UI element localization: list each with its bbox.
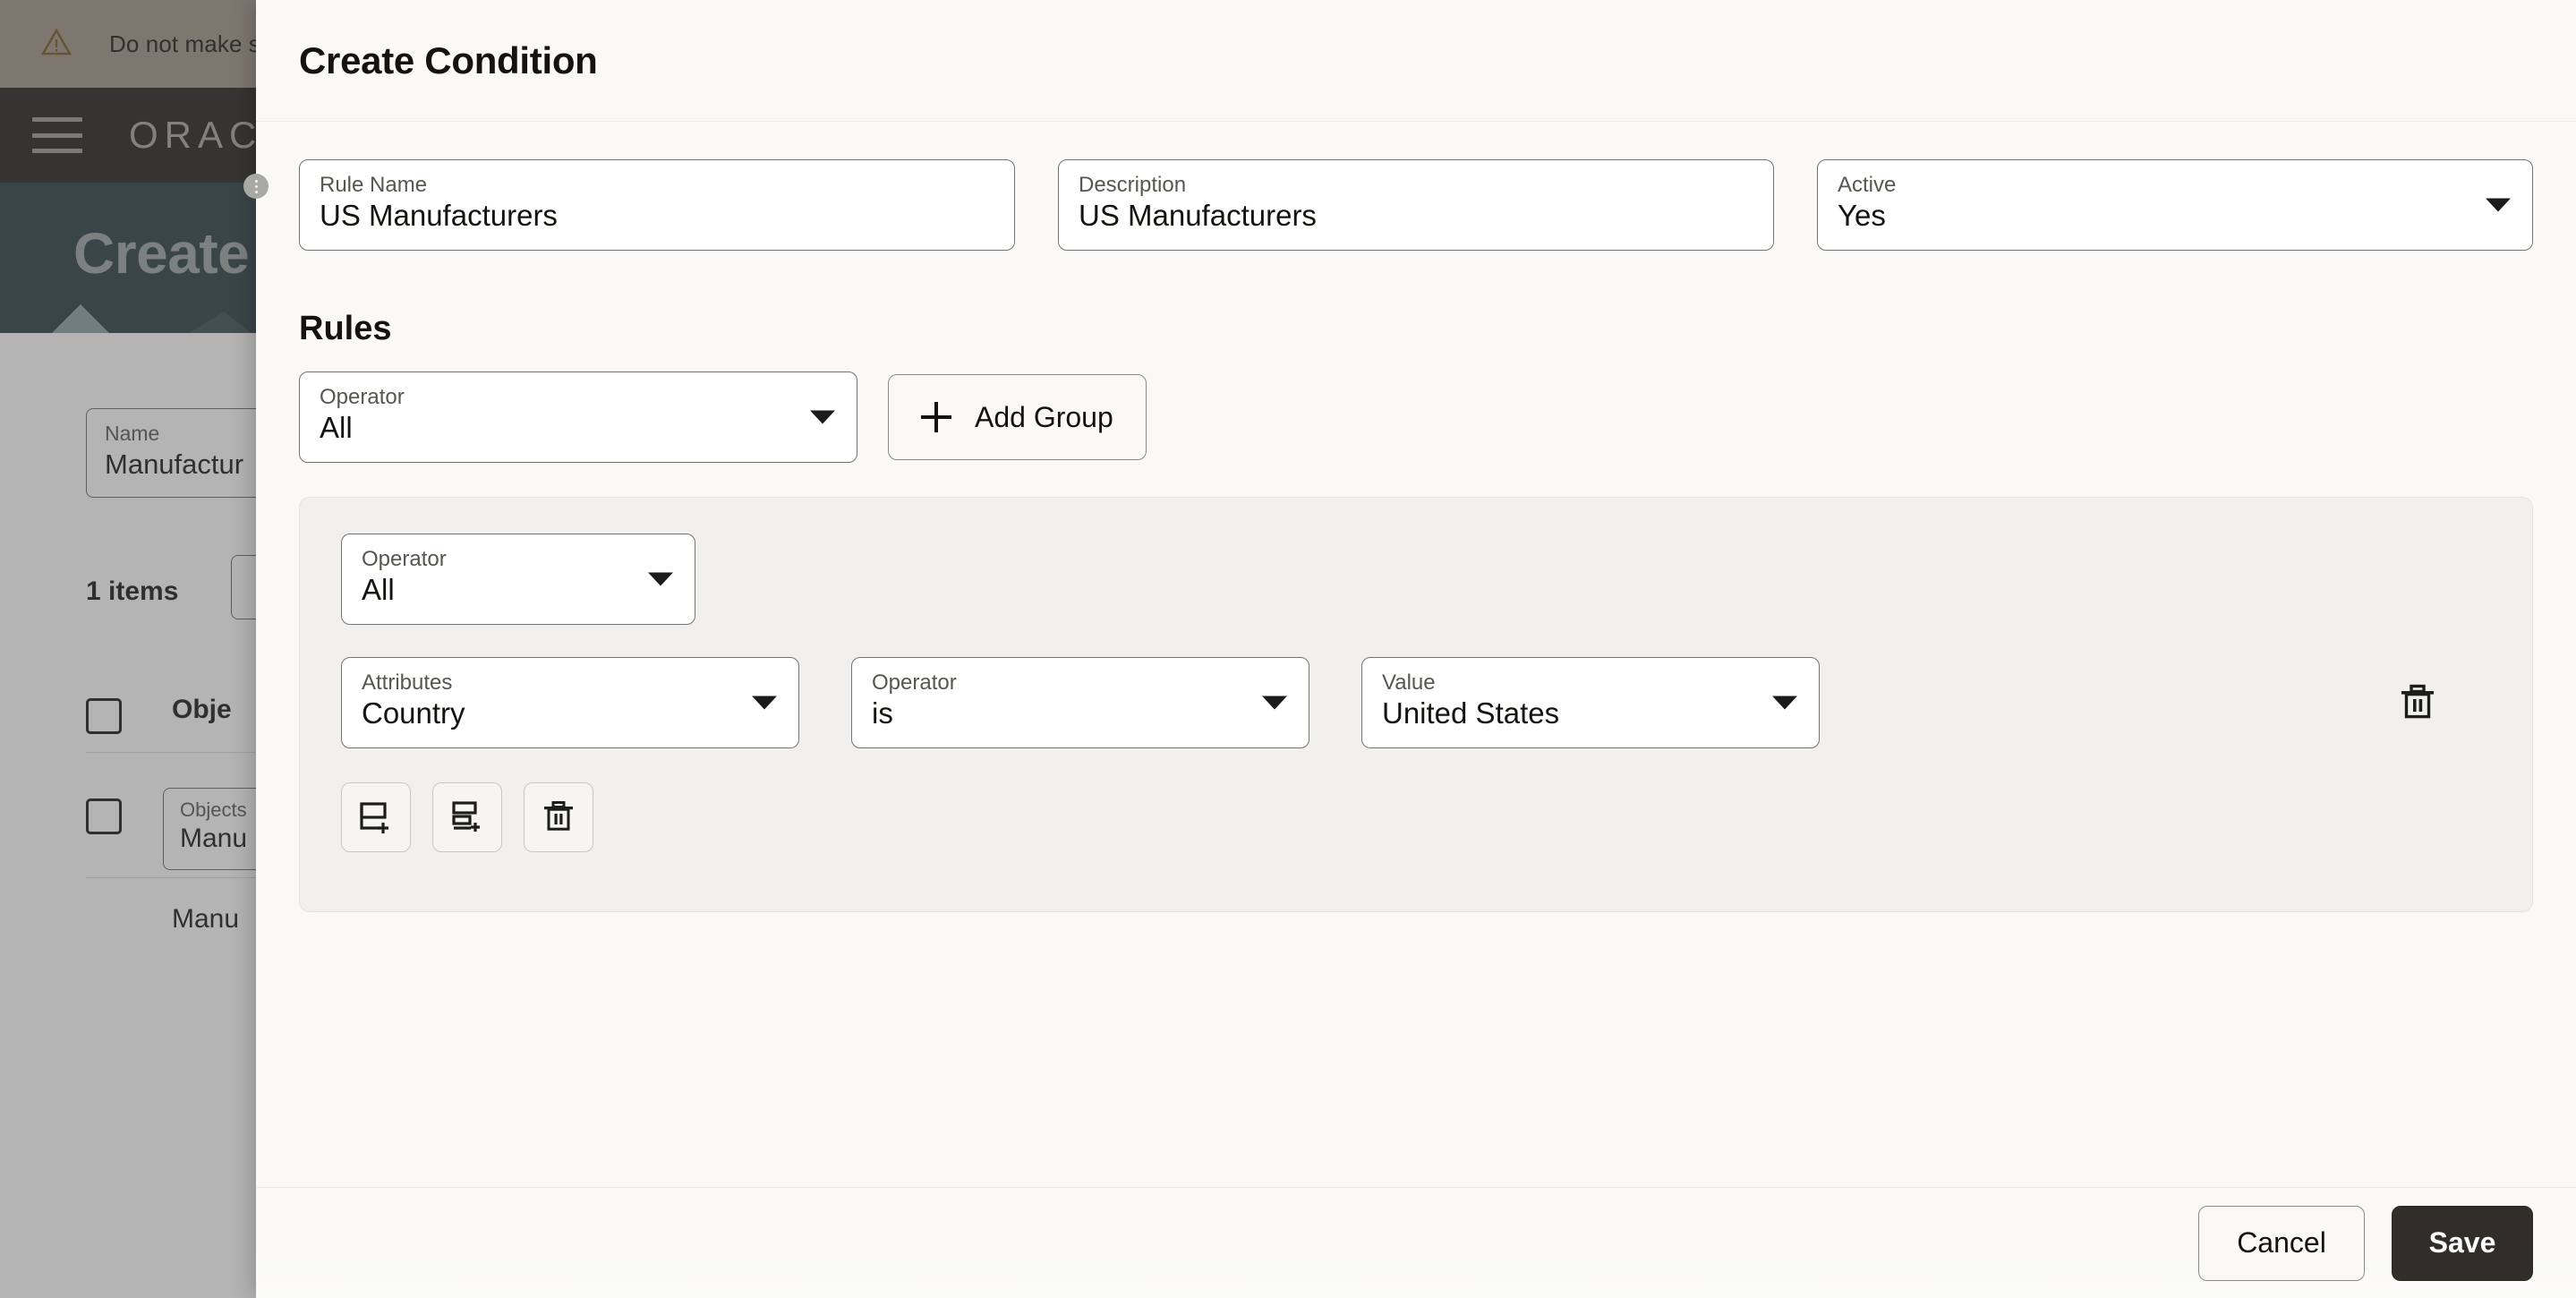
drawer-footer: Cancel Save xyxy=(256,1187,2576,1298)
condition-attribute-select[interactable]: Attributes Country xyxy=(341,657,799,748)
add-nested-group-button[interactable] xyxy=(432,782,502,852)
drawer-header: Create Condition xyxy=(256,0,2576,122)
rule-name-value: US Manufacturers xyxy=(320,199,558,233)
rules-toolbar: Operator All Add Group xyxy=(299,371,2533,463)
chevron-down-icon xyxy=(1262,696,1287,710)
description-value: US Manufacturers xyxy=(1079,199,1317,233)
drawer-title: Create Condition xyxy=(299,38,598,81)
group-operator-value: All xyxy=(362,573,395,607)
create-condition-drawer: Create Condition Rule Name US Manufactur… xyxy=(243,0,2576,1298)
rules-operator-value: All xyxy=(320,411,353,445)
condition-value-value: United States xyxy=(1382,696,1560,730)
screen-root: Do not make s ORACLE Create Name Manufac… xyxy=(0,0,2576,1298)
description-label: Description xyxy=(1079,173,1187,197)
cancel-button[interactable]: Cancel xyxy=(2198,1205,2365,1281)
add-condition-icon xyxy=(357,798,395,838)
condition-attribute-label: Attributes xyxy=(362,670,453,695)
chevron-down-icon xyxy=(2486,198,2511,212)
condition-value-select[interactable]: Value United States xyxy=(1361,657,1820,748)
chevron-down-icon xyxy=(752,696,777,710)
active-select[interactable]: Active Yes xyxy=(1817,159,2533,251)
add-group-nested-icon xyxy=(448,798,486,838)
rules-section-title: Rules xyxy=(299,310,392,347)
rule-name-field[interactable]: Rule Name US Manufacturers xyxy=(299,159,1015,251)
delete-condition-trash-icon[interactable] xyxy=(2396,681,2439,724)
drawer-body: Rule Name US Manufacturers Description U… xyxy=(256,122,2576,1187)
active-label: Active xyxy=(1838,173,1897,197)
trash-icon xyxy=(541,798,576,837)
rule-name-label: Rule Name xyxy=(320,173,428,197)
rules-operator-label: Operator xyxy=(320,385,405,409)
plus-icon xyxy=(921,402,951,432)
add-group-button-label: Add Group xyxy=(975,400,1113,433)
drawer-resize-handle[interactable] xyxy=(243,174,269,199)
description-field[interactable]: Description US Manufacturers xyxy=(1058,159,1774,251)
add-group-button[interactable]: Add Group xyxy=(888,374,1147,460)
group-operator-label: Operator xyxy=(362,547,447,571)
add-condition-button[interactable] xyxy=(341,782,411,852)
save-button[interactable]: Save xyxy=(2392,1205,2533,1281)
chevron-down-icon xyxy=(1772,696,1797,710)
condition-row: Attributes Country Operator is Value Uni… xyxy=(341,657,2491,748)
rules-operator-select[interactable]: Operator All xyxy=(299,371,857,463)
group-operator-select[interactable]: Operator All xyxy=(341,534,695,625)
condition-operator-value: is xyxy=(872,696,893,730)
chevron-down-icon xyxy=(648,572,673,586)
active-value: Yes xyxy=(1838,199,1886,233)
top-fields-row: Rule Name US Manufacturers Description U… xyxy=(299,159,2533,251)
condition-attribute-value: Country xyxy=(362,696,465,730)
delete-group-button[interactable] xyxy=(524,782,593,852)
condition-operator-label: Operator xyxy=(872,670,957,695)
condition-operator-select[interactable]: Operator is xyxy=(851,657,1309,748)
rule-group-panel: Operator All Attributes Country Operator… xyxy=(299,497,2533,912)
chevron-down-icon xyxy=(810,410,835,424)
condition-value-label: Value xyxy=(1382,670,1436,695)
group-action-buttons xyxy=(341,782,2491,852)
